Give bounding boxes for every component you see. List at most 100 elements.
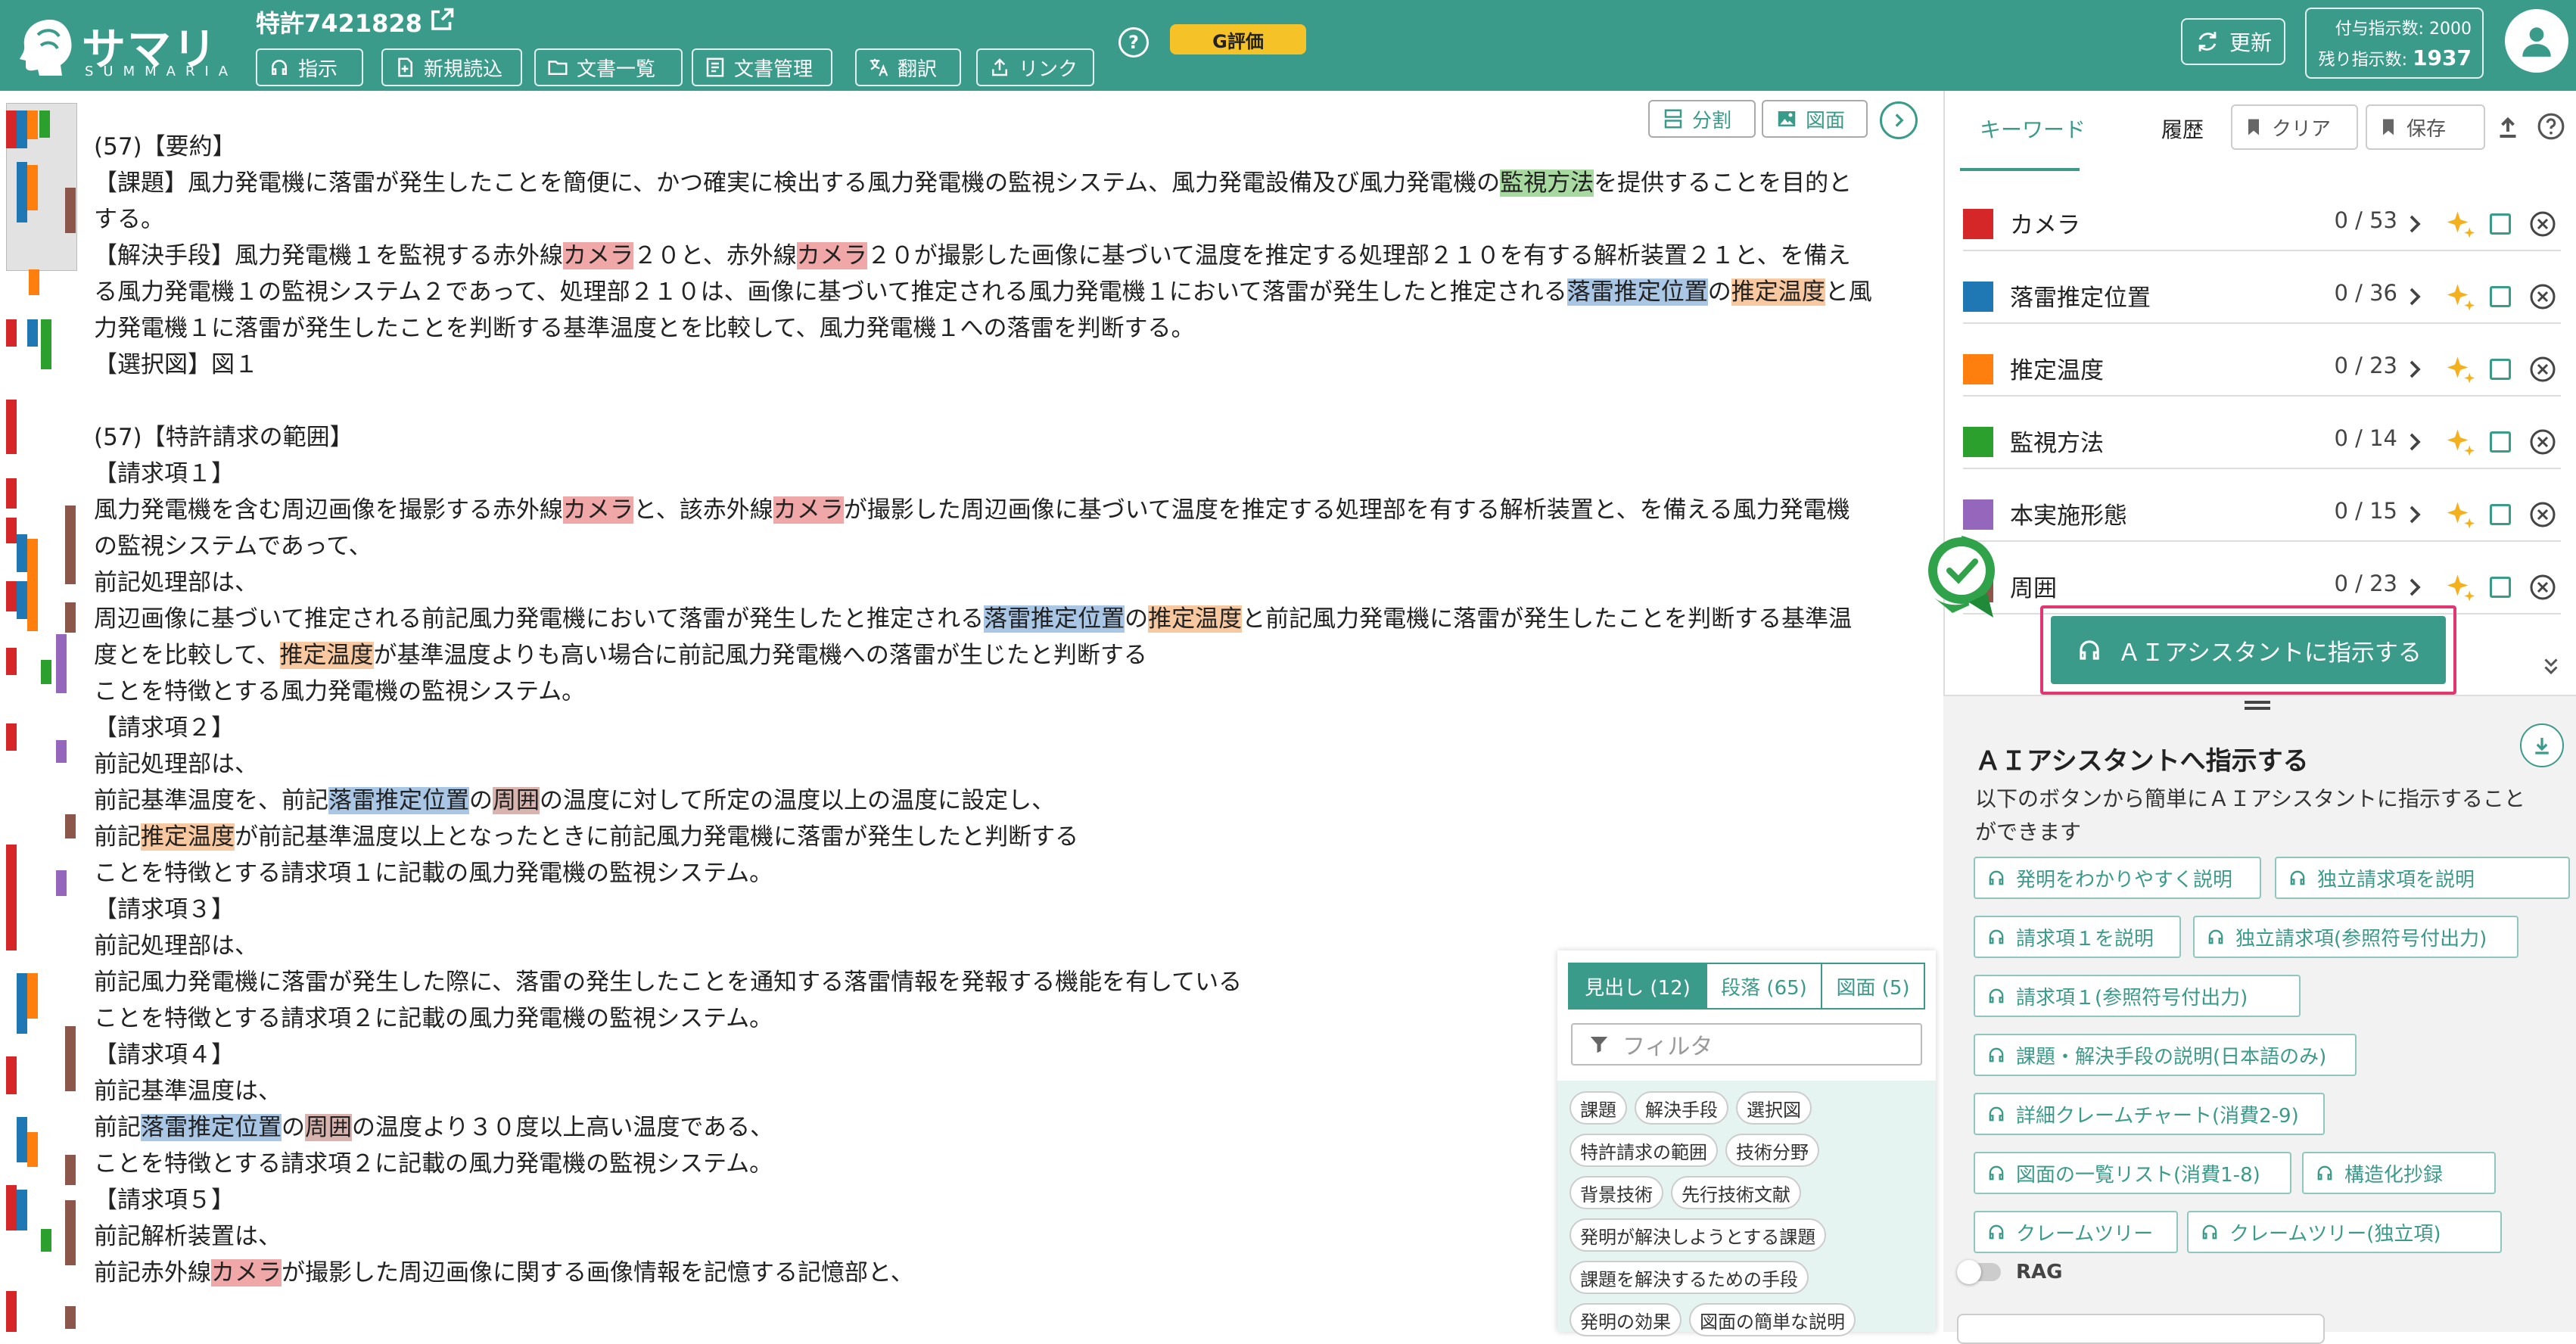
document-list-button[interactable]: 文書一覧 [534, 48, 683, 86]
sparkle-icon[interactable] [2444, 354, 2476, 386]
keyword-highlight[interactable]: カメラ [563, 496, 633, 524]
keyword-highlight[interactable]: 推定温度 [1731, 278, 1825, 306]
ai-quick-button[interactable]: 詳細クレームチャート(消費2-9) [1974, 1093, 2325, 1135]
ai-quick-button[interactable]: 請求項１(参照符号付出力) [1974, 975, 2301, 1017]
remove-circle-icon[interactable] [2529, 283, 2556, 310]
keyword-row[interactable]: 監視方法 0 / 14 [1963, 410, 2561, 469]
upload-icon[interactable] [2494, 114, 2522, 141]
keyword-row[interactable]: 落雷推定位置 0 / 36 [1963, 265, 2561, 324]
chevron-right-icon[interactable] [2403, 282, 2426, 312]
document-manage-button[interactable]: 文書管理 [692, 48, 832, 86]
keyword-color-swatch[interactable] [1963, 354, 1993, 384]
heading-chip[interactable]: 特許請求の範囲 [1570, 1134, 1718, 1167]
tab-figures[interactable]: 図面 (5) [1822, 963, 1925, 1010]
remove-circle-icon[interactable] [2529, 210, 2556, 238]
app-logo[interactable]: サマリア SUMMARIA [15, 11, 235, 138]
keyword-minimap[interactable] [6, 103, 79, 1332]
tab-paragraphs[interactable]: 段落 (65) [1707, 963, 1822, 1010]
new-load-button[interactable]: 新規読込 [381, 48, 522, 86]
keyword-row[interactable]: カメラ 0 / 53 [1963, 192, 2561, 251]
sparkle-icon[interactable] [2444, 499, 2476, 531]
keyword-highlight[interactable]: カメラ [563, 242, 633, 269]
resize-handle-icon[interactable] [2245, 699, 2270, 711]
keyword-checkbox[interactable] [2490, 504, 2511, 525]
ai-quick-button[interactable]: クレームツリー(独立項) [2187, 1211, 2502, 1253]
ai-quick-button[interactable]: 発明をわかりやすく説明 [1974, 857, 2261, 899]
keyword-highlight[interactable]: 落雷推定位置 [984, 605, 1125, 633]
ai-quick-button[interactable]: 独立請求項を説明 [2275, 857, 2570, 899]
rag-toggle-row[interactable]: RAG [1957, 1260, 2062, 1284]
keyword-row[interactable]: 推定温度 0 / 23 [1963, 338, 2561, 397]
help-icon[interactable] [2537, 112, 2565, 141]
ai-quick-button[interactable]: 図面の一覧リスト(消費1-8) [1974, 1152, 2291, 1194]
ai-quick-button[interactable]: 請求項１を説明 [1974, 916, 2181, 958]
remove-circle-icon[interactable] [2529, 428, 2556, 456]
chevron-right-icon[interactable] [2403, 499, 2426, 530]
keyword-highlight[interactable]: カメラ [796, 242, 867, 269]
keyword-checkbox[interactable] [2490, 286, 2511, 307]
chevron-right-icon[interactable] [2403, 572, 2426, 602]
keyword-color-swatch[interactable] [1963, 427, 1993, 457]
ai-assistant-main-button[interactable]: ＡＩアシスタントに指示する [2051, 616, 2446, 684]
collapse-chevron-icon[interactable] [2540, 654, 2562, 677]
heading-chip[interactable]: 課題を解決するための手段 [1570, 1261, 1809, 1294]
ai-quick-button[interactable]: 独立請求項(参照符号付出力) [2193, 916, 2518, 958]
heading-chip[interactable]: 課題 [1570, 1091, 1627, 1125]
keyword-highlight[interactable]: 推定温度 [279, 642, 374, 669]
keyword-color-swatch[interactable] [1963, 499, 1993, 530]
remove-circle-icon[interactable] [2529, 501, 2556, 528]
tab-history[interactable]: 履歴 [2161, 114, 2204, 144]
save-button[interactable]: 保存 [2366, 104, 2485, 150]
chevron-right-icon[interactable] [2403, 209, 2426, 239]
heading-chip[interactable]: 図面の簡単な説明 [1689, 1303, 1856, 1336]
keyword-checkbox[interactable] [2490, 577, 2511, 598]
heading-chip[interactable]: 発明の効果 [1570, 1303, 1682, 1336]
chat-input[interactable] [1957, 1314, 2325, 1344]
rag-toggle[interactable] [1957, 1260, 2001, 1284]
tab-keyword[interactable]: キーワード [1980, 114, 2086, 144]
chevron-right-icon[interactable] [2403, 354, 2426, 384]
keyword-highlight[interactable]: 落雷推定位置 [1566, 278, 1708, 306]
keyword-checkbox[interactable] [2490, 431, 2511, 453]
heading-chip[interactable]: 発明が解決しようとする課題 [1570, 1218, 1827, 1252]
link-button[interactable]: リンク [976, 48, 1094, 86]
sparkle-icon[interactable] [2444, 209, 2476, 241]
keyword-row[interactable]: 本実施形態 0 / 15 [1963, 483, 2561, 542]
keyword-highlight[interactable]: 落雷推定位置 [141, 1114, 282, 1141]
download-button[interactable] [2520, 723, 2564, 767]
heading-chip[interactable]: 先行技術文献 [1671, 1176, 1801, 1209]
ai-quick-button[interactable]: 構造化抄録 [2302, 1152, 2496, 1194]
keyword-highlight[interactable]: 周囲 [493, 787, 540, 814]
ai-quick-button[interactable]: 課題・解決手段の説明(日本語のみ) [1974, 1034, 2357, 1076]
heading-chip[interactable]: 背景技術 [1570, 1176, 1663, 1209]
keyword-highlight[interactable]: 推定温度 [141, 823, 235, 851]
keyword-highlight[interactable]: 推定温度 [1148, 605, 1243, 633]
keyword-highlight[interactable]: カメラ [211, 1259, 282, 1286]
keyword-color-swatch[interactable] [1963, 282, 1993, 312]
remove-circle-icon[interactable] [2529, 356, 2556, 383]
external-link-icon[interactable] [428, 6, 456, 33]
heading-chip[interactable]: 選択図 [1736, 1091, 1812, 1125]
keyword-highlight[interactable]: カメラ [773, 496, 844, 524]
heading-chip[interactable]: 技術分野 [1725, 1134, 1819, 1167]
keyword-highlight[interactable]: 落雷推定位置 [328, 787, 469, 814]
heading-chip[interactable]: 解決手段 [1635, 1091, 1728, 1125]
keyword-color-swatch[interactable] [1963, 209, 1993, 239]
keyword-checkbox[interactable] [2490, 213, 2511, 235]
filter-input[interactable]: フィルタ [1571, 1023, 1922, 1066]
keyword-highlight[interactable]: 周囲 [305, 1114, 352, 1141]
help-icon[interactable]: ? [1118, 27, 1149, 58]
remove-circle-icon[interactable] [2529, 574, 2556, 601]
tab-headings[interactable]: 見出し (12) [1568, 963, 1707, 1010]
keyword-highlight[interactable]: 監視方法 [1500, 170, 1594, 197]
user-avatar[interactable] [2505, 9, 2568, 73]
refresh-button[interactable]: 更新 [2181, 18, 2285, 65]
ai-quick-button[interactable]: クレームツリー [1974, 1211, 2178, 1253]
chevron-right-icon[interactable] [2403, 427, 2426, 457]
g-rating-badge[interactable]: G評価 [1170, 24, 1306, 54]
instruct-button[interactable]: 指示 [256, 48, 363, 86]
sparkle-icon[interactable] [2444, 282, 2476, 313]
sparkle-icon[interactable] [2444, 427, 2476, 459]
translate-button[interactable]: 翻訳 [855, 48, 961, 86]
clear-button[interactable]: クリア [2231, 104, 2358, 150]
